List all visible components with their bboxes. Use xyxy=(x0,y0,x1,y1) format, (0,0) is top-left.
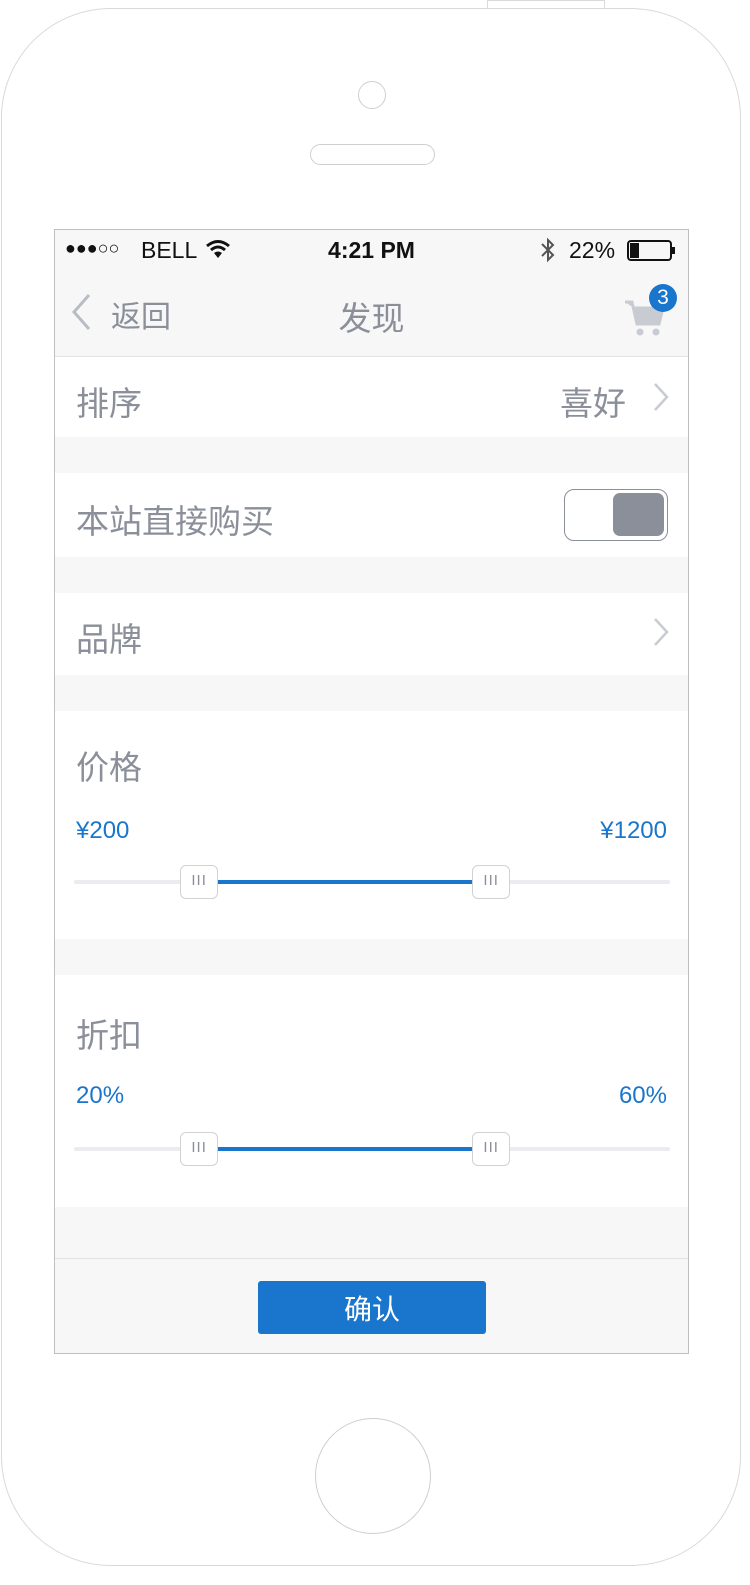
toggle-knob xyxy=(613,493,664,536)
discount-slider-min-handle[interactable]: III xyxy=(180,1132,219,1166)
discount-label: 折扣 xyxy=(76,1017,142,1054)
discount-section: 折扣 20% 60% III III xyxy=(55,975,688,1207)
brand-row[interactable]: 品牌 xyxy=(55,593,688,675)
page-title: 发现 xyxy=(338,300,405,337)
price-slider-min-handle[interactable]: III xyxy=(180,865,219,899)
confirm-button[interactable]: 确认 xyxy=(258,1281,486,1334)
price-label: 价格 xyxy=(76,749,142,786)
bluetooth-icon xyxy=(539,237,557,269)
status-bar: ●●●○○ BELL 4:21 PM 22% xyxy=(55,230,688,272)
direct-buy-toggle[interactable] xyxy=(564,489,668,541)
price-slider-track[interactable] xyxy=(74,880,670,884)
sort-value: 喜好 xyxy=(560,385,626,422)
price-section: 价格 ¥200 ¥1200 III III xyxy=(55,711,688,939)
home-button[interactable] xyxy=(315,1418,431,1534)
screen: ●●●○○ BELL 4:21 PM 22% 返回 发现 3 排序 喜好 本站直… xyxy=(54,229,689,1354)
discount-min-value: 20% xyxy=(76,1082,125,1109)
navigation-bar: 返回 发现 3 xyxy=(55,272,688,357)
cart-button[interactable]: 3 xyxy=(623,284,683,342)
sort-row[interactable]: 排序 喜好 xyxy=(55,357,688,437)
discount-slider-max-handle[interactable]: III xyxy=(472,1132,511,1166)
chevron-right-icon xyxy=(653,382,669,417)
direct-buy-label: 本站直接购买 xyxy=(76,503,274,540)
price-max-value: ¥1200 xyxy=(600,817,667,844)
direct-buy-row: 本站直接购买 xyxy=(55,473,688,557)
front-camera xyxy=(358,81,386,109)
battery-percent: 22% xyxy=(569,237,616,263)
price-slider-fill xyxy=(199,880,492,884)
price-min-value: ¥200 xyxy=(76,817,130,844)
footer-bar: 确认 xyxy=(55,1258,688,1353)
discount-max-value: 60% xyxy=(618,1082,667,1109)
battery-icon xyxy=(627,240,677,268)
chevron-right-icon xyxy=(653,617,669,652)
discount-slider-fill xyxy=(199,1147,492,1151)
earpiece-speaker xyxy=(310,144,435,165)
discount-slider-track[interactable] xyxy=(74,1147,670,1151)
price-slider-max-handle[interactable]: III xyxy=(472,865,511,899)
cart-badge: 3 xyxy=(649,284,677,312)
sort-label: 排序 xyxy=(76,385,142,422)
brand-label: 品牌 xyxy=(76,621,142,658)
